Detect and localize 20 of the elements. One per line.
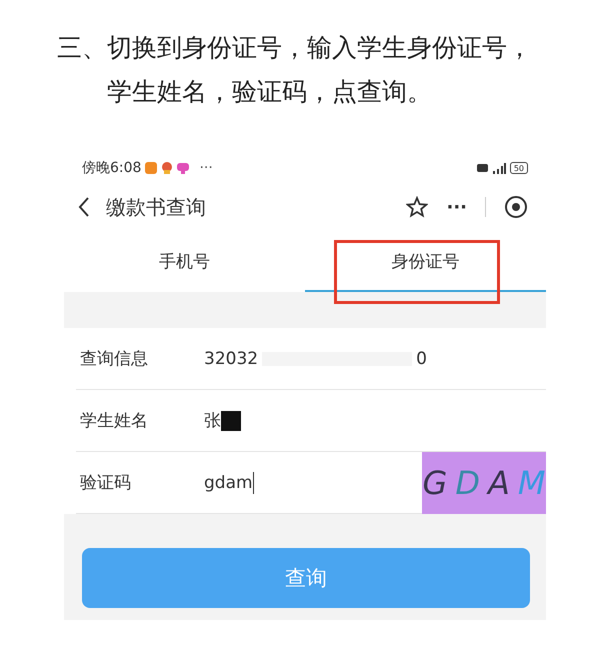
- back-icon[interactable]: [78, 196, 90, 218]
- signal-icon: [492, 162, 506, 174]
- more-menu[interactable]: ···: [446, 196, 467, 218]
- app-icon: [145, 162, 158, 174]
- app-icon: [177, 162, 190, 174]
- input-field[interactable]: 张: [204, 390, 546, 451]
- input-field[interactable]: 32032 0: [204, 328, 546, 389]
- input-field[interactable]: gdam: [204, 452, 422, 513]
- battery-icon: 50: [510, 162, 528, 174]
- instruction-text: 三、切换到身份证号，输入学生身份证号，学生姓名，验证码，点查询。: [56, 32, 533, 108]
- page-title: 缴款书查询: [106, 194, 207, 220]
- app-icon: [161, 162, 174, 174]
- field-label: 查询信息: [79, 348, 149, 370]
- tab[interactable]: 手机号: [64, 232, 305, 292]
- status-more-text: ···: [199, 160, 213, 176]
- target-icon[interactable]: [504, 195, 528, 219]
- field-label: 验证码: [79, 472, 132, 494]
- status-time: 傍晚6:08: [82, 159, 142, 177]
- field-label: 学生姓名: [79, 410, 149, 432]
- star-icon[interactable]: [406, 196, 428, 218]
